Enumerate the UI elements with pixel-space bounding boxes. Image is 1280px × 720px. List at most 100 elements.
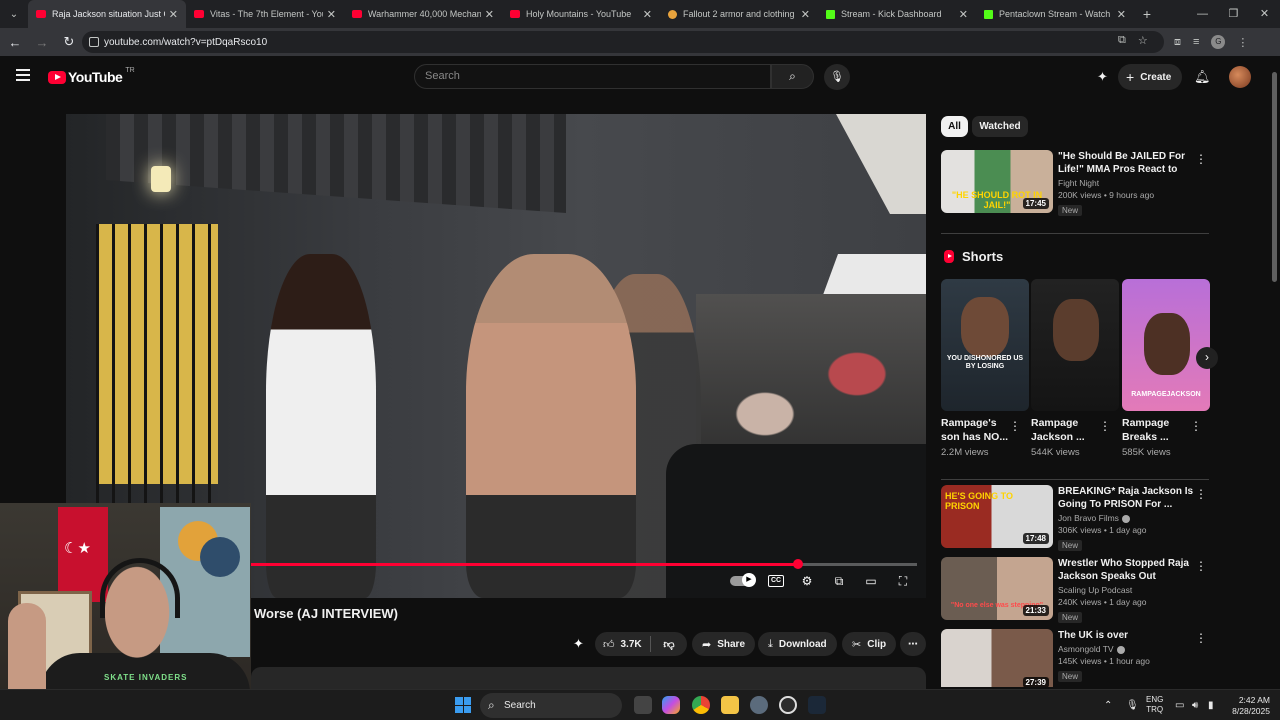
close-tab-icon[interactable]: ✕ <box>959 8 968 21</box>
close-tab-icon[interactable]: ✕ <box>1117 8 1126 21</box>
theater-mode-icon[interactable]: ▭ <box>862 574 880 588</box>
address-bar[interactable]: youtube.com/watch?v=ptDqaRsco10 <box>82 31 1164 53</box>
miniplayer-icon[interactable]: ⧉ <box>830 574 848 589</box>
browser-menu-icon[interactable]: ⋮ <box>1237 36 1248 49</box>
reading-list-icon[interactable]: ≡ <box>1193 36 1199 48</box>
channel-name[interactable]: Scaling Up Podcast <box>1058 585 1198 595</box>
download-button[interactable]: ⤓ Download <box>758 632 837 656</box>
shorts-next-chevron-icon[interactable]: › <box>1196 347 1218 369</box>
recommended-video[interactable]: 27:39 The UK is over Asmongold TV 145K v… <box>941 629 1211 687</box>
short-item[interactable]: RAMPAGEJACKSON Rampage Breaks ... ⋮ 585K… <box>1122 279 1210 458</box>
new-tab-button[interactable]: + <box>1134 6 1160 22</box>
input-language[interactable]: ENG TRQ <box>1146 695 1163 715</box>
install-app-icon[interactable]: ⧉ <box>1118 34 1126 47</box>
browser-tab-7[interactable]: Pentaclown Stream - Watch Liv ✕ <box>976 0 1134 28</box>
more-vertical-icon[interactable]: ⋮ <box>1099 419 1111 433</box>
close-window-icon[interactable]: ✕ <box>1249 0 1280 28</box>
copilot-icon[interactable] <box>662 696 680 714</box>
like-button[interactable]: 👍︎ 3.7K <box>595 636 651 652</box>
settings-gear-icon[interactable]: ⚙ <box>798 574 816 588</box>
browser-tab-1[interactable]: Raja Jackson situation Just Got ✕ <box>28 0 186 28</box>
browser-tab-2[interactable]: Vitas - The 7th Element - YouTu ✕ <box>186 0 344 28</box>
chip-all[interactable]: All <box>941 116 968 137</box>
account-avatar[interactable] <box>1229 66 1251 88</box>
channel-name[interactable]: Jon Bravo Films <box>1058 513 1119 523</box>
video-thumbnail[interactable]: "No one else was stepping" 21:33 <box>941 557 1053 620</box>
close-tab-icon[interactable]: ✕ <box>485 8 494 21</box>
search-button[interactable]: ⌕ <box>771 64 814 89</box>
restore-icon[interactable]: ❐ <box>1218 0 1249 28</box>
search-input[interactable]: Search <box>414 64 771 89</box>
forward-arrow-icon[interactable]: → <box>30 35 54 50</box>
network-icon[interactable]: ▭ <box>1175 690 1184 720</box>
hamburger-menu-icon[interactable] <box>16 69 30 81</box>
browser-tab-4[interactable]: Holy Mountains - YouTube ✕ <box>502 0 660 28</box>
page-scrollbar[interactable] <box>1271 62 1279 688</box>
voice-search-mic-icon[interactable]: 🎙 <box>824 64 850 90</box>
notifications-bell-icon[interactable]: 🔔︎ <box>1194 64 1211 90</box>
tray-chevron-icon[interactable]: ⌃ <box>1104 690 1112 720</box>
video-thumbnail[interactable]: HE'S GOING TO PRISON 17:48 <box>941 485 1053 548</box>
recommended-video[interactable]: "HE SHOULD ROT IN JAIL!" 17:45 "He Shoul… <box>941 150 1211 216</box>
recommended-video[interactable]: HE'S GOING TO PRISON 17:48 BREAKING* Raj… <box>941 485 1211 551</box>
short-thumbnail[interactable]: RAMPAGEJACKSON <box>1122 279 1210 411</box>
more-vertical-icon[interactable]: ⋮ <box>1190 419 1202 433</box>
channel-name[interactable]: Fight Night <box>1058 178 1198 188</box>
chip-watched[interactable]: Watched <box>972 116 1028 137</box>
chrome-icon[interactable] <box>692 696 710 714</box>
battery-icon[interactable]: ▮ <box>1208 690 1214 720</box>
more-vertical-icon[interactable]: ⋮ <box>1195 487 1207 501</box>
browser-tab-5[interactable]: Fallout 2 armor and clothing | F ✕ <box>660 0 818 28</box>
volume-icon[interactable]: 🔊︎ <box>1192 690 1198 720</box>
back-arrow-icon[interactable]: ← <box>3 35 27 50</box>
more-vertical-icon[interactable]: ⋮ <box>1009 419 1021 433</box>
browser-tab-3[interactable]: Warhammer 40,000 Mechanicu ✕ <box>344 0 502 28</box>
video-thumbnail[interactable]: 27:39 <box>941 629 1053 687</box>
dislike-button[interactable]: 👎︎ <box>651 638 687 651</box>
settings-app-icon[interactable] <box>750 696 768 714</box>
steam-icon[interactable] <box>808 696 826 714</box>
windows-start-icon[interactable] <box>455 697 471 713</box>
channel-name[interactable]: Asmongold TV <box>1058 644 1114 654</box>
minimize-icon[interactable]: — <box>1187 0 1218 28</box>
taskbar-search[interactable]: Search <box>480 693 622 718</box>
clip-button[interactable]: ✂ Clip <box>842 632 897 656</box>
task-view-icon[interactable] <box>634 696 652 714</box>
more-actions-button[interactable]: ⋯ <box>900 632 926 656</box>
video-thumbnail[interactable]: "HE SHOULD ROT IN JAIL!" 17:45 <box>941 150 1053 213</box>
autoplay-toggle[interactable] <box>730 573 756 587</box>
more-vertical-icon[interactable]: ⋮ <box>1195 631 1207 645</box>
fullscreen-icon[interactable]: ⛶ <box>894 574 912 589</box>
close-tab-icon[interactable]: ✕ <box>643 8 652 21</box>
microphone-tray-icon[interactable]: 🎙 <box>1126 690 1139 720</box>
progress-scrubber[interactable] <box>792 559 803 569</box>
recommended-video[interactable]: "No one else was stepping" 21:33 Wrestle… <box>941 557 1211 623</box>
profile-avatar[interactable]: G <box>1211 35 1226 49</box>
extensions-puzzle-icon[interactable]: ⧈ <box>1174 36 1181 49</box>
more-vertical-icon[interactable]: ⋮ <box>1195 152 1207 166</box>
tab-search-icon[interactable]: ⌄ <box>0 0 28 28</box>
short-item[interactable]: YOU DISHONORED US BY LOSING Rampage's so… <box>941 279 1029 458</box>
ai-spark-icon[interactable]: ✦ <box>1097 64 1108 90</box>
youtube-logo[interactable]: YouTube TR <box>48 67 135 85</box>
close-tab-icon[interactable]: ✕ <box>801 8 810 21</box>
create-button[interactable]: + Create <box>1118 64 1182 90</box>
site-info-icon[interactable] <box>89 37 99 47</box>
short-thumbnail[interactable] <box>1031 279 1119 411</box>
browser-tab-6[interactable]: Stream - Kick Dashboard ✕ <box>818 0 976 28</box>
ask-spark-icon[interactable]: ✦ <box>573 636 584 652</box>
file-explorer-icon[interactable] <box>721 696 739 714</box>
more-vertical-icon[interactable]: ⋮ <box>1195 559 1207 573</box>
close-tab-icon[interactable]: ✕ <box>169 8 178 21</box>
reload-icon[interactable]: ↻ <box>57 34 81 50</box>
obs-icon[interactable] <box>779 696 797 714</box>
share-button[interactable]: ➦ Share <box>692 632 756 656</box>
scrollbar-thumb[interactable] <box>1272 72 1277 282</box>
close-tab-icon[interactable]: ✕ <box>327 8 336 21</box>
description-box[interactable] <box>251 667 926 691</box>
bookmark-star-icon[interactable]: ☆ <box>1138 34 1148 47</box>
subtitles-cc-icon[interactable]: CC <box>768 575 784 587</box>
short-item[interactable]: Rampage Jackson ... ⋮ 544K views <box>1031 279 1119 458</box>
short-thumbnail[interactable]: YOU DISHONORED US BY LOSING <box>941 279 1029 411</box>
taskbar-clock[interactable]: 2:42 AM 8/28/2025 <box>1218 695 1270 717</box>
